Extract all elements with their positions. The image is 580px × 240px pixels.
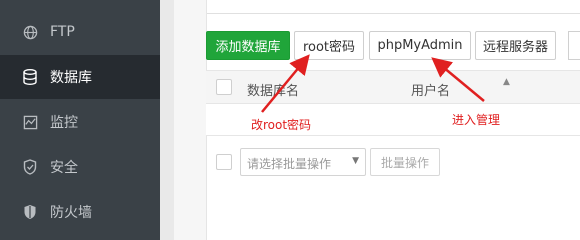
sidebar: FTP 数据库 监控 安全 防火墙 [0,0,160,240]
sidebar-item-database[interactable]: 数据库 [0,55,160,99]
root-password-button[interactable]: root密码 [294,31,364,60]
batch-operation-button[interactable]: 批量操作 [370,148,440,176]
sidebar-item-label: 数据库 [50,70,92,86]
column-header-username[interactable]: 用户名 [411,80,450,99]
globe-icon [22,24,38,40]
batch-checkbox[interactable] [216,154,232,170]
sidebar-item-label: 监控 [50,115,78,131]
annotation-root-note: 改root密码 [251,118,312,132]
select-all-checkbox[interactable] [216,79,232,95]
sidebar-item-label: 安全 [50,160,78,176]
database-icon [22,69,38,85]
sidebar-item-security[interactable]: 安全 [0,145,160,189]
firewall-icon [22,204,38,220]
sidebar-item-firewall[interactable]: 防火墙 [0,190,160,234]
select-placeholder: 请选择批量操作 [247,157,332,171]
shield-icon [22,159,38,175]
card-header-strip [207,0,580,14]
phpmyadmin-button[interactable]: phpMyAdmin [369,31,471,60]
annotation-admin-note: 进入管理 [452,113,501,127]
add-database-button[interactable]: 添加数据库 [206,31,290,60]
batch-operation-select[interactable]: 请选择批量操作 ▼ [240,148,366,176]
remote-server-button[interactable]: 远程服务器 [475,31,556,60]
table-header: 数据库名 用户名 ▲ [206,70,580,104]
chevron-down-icon: ▼ [352,156,359,166]
sidebar-item-label: 防火墙 [50,205,92,221]
sidebar-item-monitor[interactable]: 监控 [0,100,160,144]
sidebar-item-ftp[interactable]: FTP [0,10,160,54]
main-panel: 添加数据库 root密码 phpMyAdmin 远程服务器 数据库名 用户名 ▲… [174,0,580,240]
column-header-dbname[interactable]: 数据库名 [247,80,299,99]
sidebar-divider [160,0,174,240]
sidebar-item-label: FTP [50,24,75,40]
search-input[interactable] [568,31,580,60]
sort-caret-icon[interactable]: ▲ [503,77,510,87]
monitor-icon [22,114,38,130]
